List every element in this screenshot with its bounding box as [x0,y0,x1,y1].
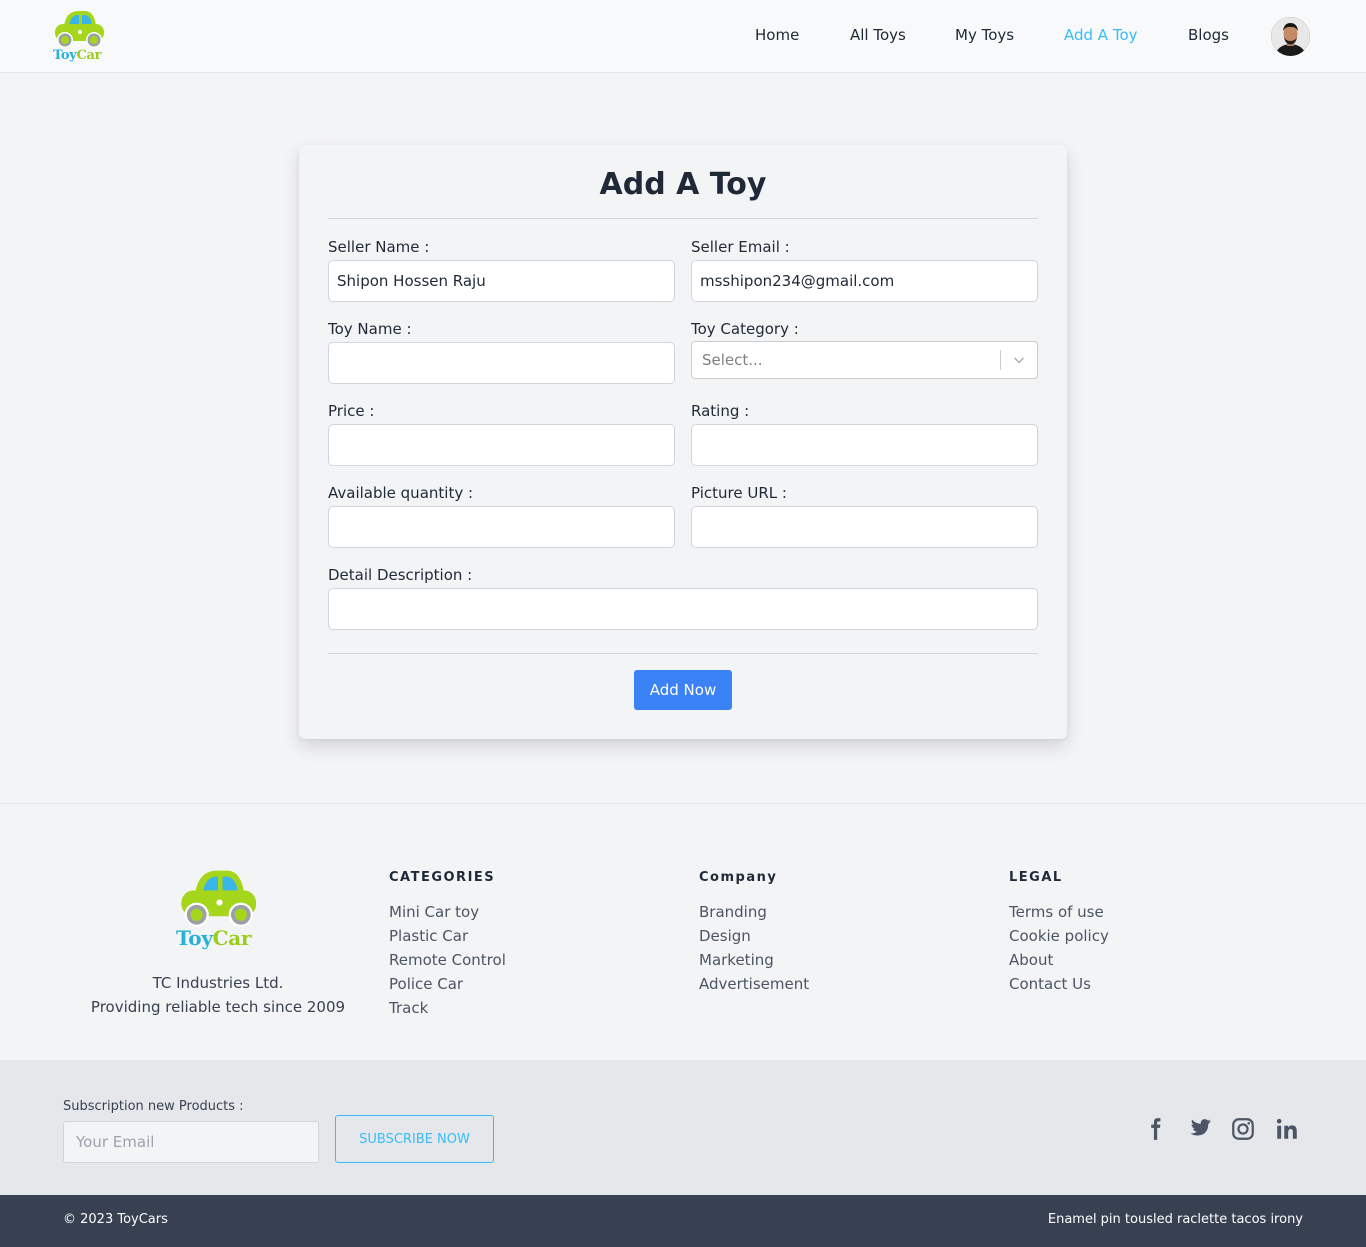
toy-name-label: Toy Name : [328,320,412,338]
logo-word-car: Car [76,48,102,63]
rating-label: Rating : [691,402,750,420]
copyright-text: © 2023 ToyCars [63,1212,168,1227]
quantity-label: Available quantity : [328,484,474,502]
footer-link-advertisement[interactable]: Advertisement [699,975,809,993]
footer-link-remote-control[interactable]: Remote Control [389,951,506,969]
facebook-icon[interactable] [1142,1116,1168,1142]
add-now-button[interactable]: Add Now [634,670,732,710]
description-input[interactable] [328,588,1038,630]
footer-logo: ToyCar [172,866,264,956]
user-avatar[interactable] [1271,17,1310,56]
bottom-bar: © 2023 ToyCars Enamel pin tousled raclet… [0,1195,1366,1247]
toy-category-placeholder: Select... [702,351,763,369]
select-separator [1000,350,1001,370]
nav-blogs[interactable]: Blogs [1188,26,1229,44]
nav-home[interactable]: Home [755,26,799,44]
footer-logo-word-toy: Toy [176,926,213,950]
toycar-logo[interactable]: ToyCar [50,8,108,64]
legal-heading: LEGAL [1009,870,1063,885]
footer-link-design[interactable]: Design [699,927,751,945]
footer-divider [0,803,1366,804]
toy-name-input[interactable] [328,342,675,384]
instagram-icon[interactable] [1230,1116,1256,1142]
footer-link-mini-car-toy[interactable]: Mini Car toy [389,903,479,921]
categories-heading: CATEGORIES [389,870,496,885]
footer-link-plastic-car[interactable]: Plastic Car [389,927,468,945]
linkedin-icon[interactable] [1274,1116,1300,1142]
price-input[interactable] [328,424,675,466]
footer-tagline: Enamel pin tousled raclette tacos irony [1047,1212,1303,1227]
toy-car-icon [55,11,104,48]
price-label: Price : [328,402,375,420]
company-heading: Company [699,870,778,885]
description-label: Detail Description : [328,566,473,584]
seller-email-label: Seller Email : [691,238,790,256]
toy-category-select[interactable]: Select... [691,341,1038,379]
logo-wordmark: ToyCar [53,48,102,63]
footer-logo-word-car: Car [212,926,252,950]
footer-link-terms-of-use[interactable]: Terms of use [1009,903,1104,921]
footer-link-cookie-policy[interactable]: Cookie policy [1009,927,1109,945]
seller-email-input[interactable] [691,260,1038,302]
picture-url-input[interactable] [691,506,1038,548]
subscribe-email-input[interactable] [63,1121,319,1163]
footer-link-about[interactable]: About [1009,951,1053,969]
nav-my-toys[interactable]: My Toys [955,26,1014,44]
nav-add-a-toy[interactable]: Add A Toy [1064,26,1138,44]
add-toy-card: Add A Toy Seller Name : Seller Email : T… [299,145,1067,739]
footer-link-contact-us[interactable]: Contact Us [1009,975,1091,993]
quantity-input[interactable] [328,506,675,548]
logo-word-toy: Toy [53,48,77,63]
twitter-icon[interactable] [1186,1116,1212,1142]
user-avatar-icon [1271,17,1310,56]
footer-link-track[interactable]: Track [389,999,428,1017]
toy-car-icon [181,870,257,927]
footer-link-police-car[interactable]: Police Car [389,975,463,993]
subscribe-label: Subscription new Products : [63,1099,244,1114]
toy-category-label: Toy Category : [691,320,799,338]
chevron-down-icon [1014,357,1024,364]
footer-link-branding[interactable]: Branding [699,903,767,921]
footer-link-marketing[interactable]: Marketing [699,951,774,969]
page-title: Add A Toy [599,167,767,202]
navbar: ToyCar Home All Toys My Toys Add A Toy B… [0,0,1366,73]
nav-all-toys[interactable]: All Toys [850,26,906,44]
seller-name-label: Seller Name : [328,238,430,256]
company-tagline: Providing reliable tech since 2009 [90,998,346,1016]
company-name: TC Industries Ltd. [152,974,284,992]
footer-logo-wordmark: ToyCar [176,926,251,950]
picture-url-label: Picture URL : [691,484,787,502]
form-divider [328,653,1038,654]
title-divider [328,218,1038,219]
seller-name-input[interactable] [328,260,675,302]
rating-input[interactable] [691,424,1038,466]
subscribe-button[interactable]: SUBSCRIBE NOW [335,1115,494,1163]
subscribe-bar: Subscription new Products : SUBSCRIBE NO… [0,1060,1366,1195]
